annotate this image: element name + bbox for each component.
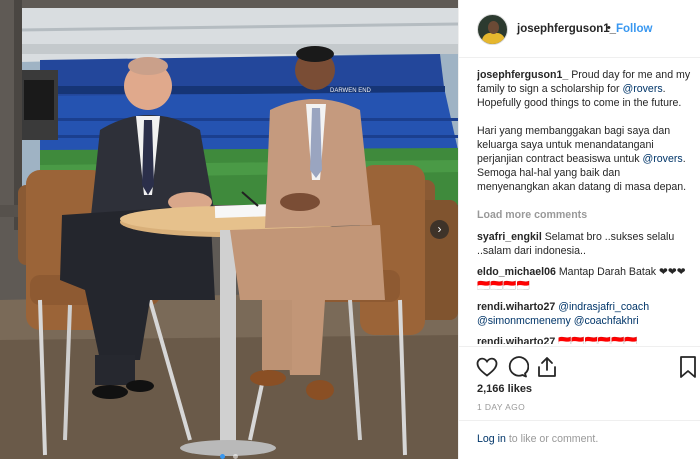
load-more-comments-button[interactable]: Load more comments — [477, 208, 691, 222]
caption-text-id: Hari yang membanggakan bagi saya dan kel… — [477, 125, 671, 165]
carousel-dot-2 — [233, 454, 239, 459]
comment-username[interactable]: eldo_michael06 — [477, 266, 556, 278]
post-photo: DARWEN END › — [0, 0, 458, 459]
login-link[interactable]: Log in — [477, 433, 506, 445]
login-text: to like or comment. — [505, 433, 599, 445]
header-username[interactable]: josephferguson1_ — [517, 23, 616, 35]
comment-username[interactable]: rendi.wiharto27 — [477, 336, 555, 344]
photo-illustration: DARWEN END — [0, 0, 458, 459]
likes-count[interactable]: 2,166 likes — [477, 383, 532, 395]
login-prompt: Log in to like or comment. — [459, 420, 700, 459]
comment-item: eldo_michael06 Mantap Darah Batak ❤❤❤ 🇮🇩… — [477, 265, 691, 293]
header-separator: • — [607, 22, 611, 34]
share-icon[interactable] — [535, 355, 559, 379]
heart-icon[interactable] — [475, 355, 499, 379]
bookmark-icon[interactable] — [679, 355, 697, 379]
post-header: josephferguson1_ • Follow — [459, 0, 700, 58]
post-caption: josephferguson1_ Proud day for me and my… — [477, 68, 691, 194]
comment-username[interactable]: rendi.wiharto27 — [477, 301, 555, 313]
post-sidebar: josephferguson1_ • Follow josephferguson… — [458, 0, 700, 459]
carousel-dots — [0, 446, 458, 459]
comment-text: 🇮🇩🇮🇩🇮🇩🇮🇩🇮🇩🇮🇩 — [555, 336, 638, 344]
carousel-next-button[interactable]: › — [430, 220, 449, 239]
caption-mention[interactable]: @rovers — [622, 83, 662, 95]
comment-icon[interactable] — [505, 355, 529, 379]
chevron-right-icon: › — [437, 222, 442, 236]
comment-item: rendi.wiharto27 🇮🇩🇮🇩🇮🇩🇮🇩🇮🇩🇮🇩 — [477, 335, 691, 344]
action-bar — [459, 346, 700, 386]
caption-id-mention[interactable]: @rovers — [643, 153, 683, 165]
caption-username[interactable]: josephferguson1_ — [477, 69, 568, 81]
comment-item: rendi.wiharto27 @indrasjafri_coach @simo… — [477, 300, 691, 328]
comments-section: josephferguson1_ Proud day for me and my… — [477, 68, 691, 344]
post-timestamp: 1 DAY AGO — [477, 402, 526, 412]
carousel-dot-1 — [219, 454, 225, 459]
follow-button[interactable]: Follow — [616, 23, 652, 35]
comment-username[interactable]: syafri_engkil — [477, 231, 542, 243]
avatar[interactable] — [477, 14, 508, 45]
comment-item: syafri_engkil Selamat bro ..sukses selal… — [477, 230, 691, 258]
